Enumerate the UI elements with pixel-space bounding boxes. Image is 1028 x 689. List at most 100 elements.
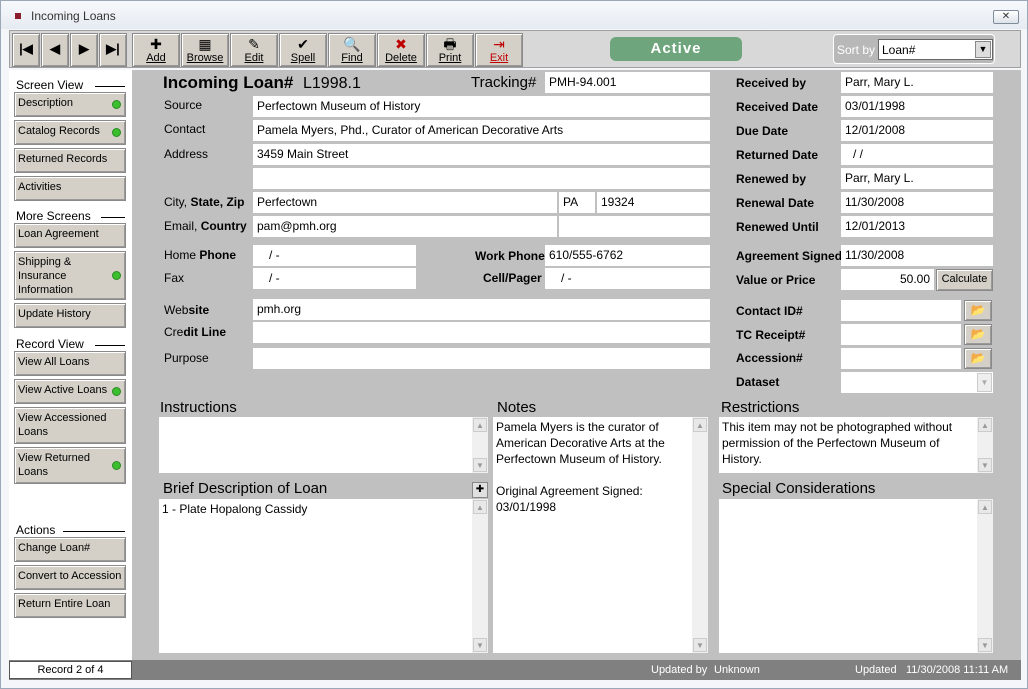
find-button[interactable]: 🔍 Find (328, 33, 376, 67)
returned-date-field[interactable]: / / (841, 144, 993, 165)
add-item-icon[interactable]: ✚ (472, 482, 488, 498)
close-button[interactable]: ✕ (993, 10, 1019, 24)
sidebar-item-loan-agreement[interactable]: Loan Agreement (14, 223, 126, 248)
tc-receipt-folder-icon[interactable]: 📂 (964, 324, 992, 345)
website-label: Website (164, 303, 210, 317)
browse-button[interactable]: ▦ Browse (181, 33, 229, 67)
add-icon: ✚ (150, 36, 162, 52)
add-button[interactable]: ✚ Add (132, 33, 180, 67)
scroll-up-icon[interactable]: ▲ (473, 500, 487, 514)
agreement-signed-field[interactable]: 11/30/2008 (841, 245, 993, 266)
value-price-field[interactable]: 50.00 (841, 269, 934, 290)
sidebar-item-shipping-insurance[interactable]: Shipping & Insurance Information (14, 251, 126, 300)
credit-line-field[interactable] (253, 322, 710, 343)
chevron-down-icon[interactable]: ▼ (975, 41, 991, 58)
sidebar-item-view-returned-loans[interactable]: View Returned Loans (14, 447, 126, 484)
scroll-up-icon[interactable]: ▲ (978, 418, 992, 432)
address-line2-field[interactable] (253, 168, 710, 189)
zip-field[interactable]: 19324 (597, 192, 710, 213)
scrollbar[interactable]: ▲ ▼ (472, 499, 488, 653)
scrollbar[interactable]: ▲ ▼ (692, 417, 708, 653)
change-loan-button[interactable]: Change Loan# (14, 537, 126, 562)
website-field[interactable]: pmh.org (253, 299, 710, 320)
state-field[interactable]: PA (559, 192, 595, 213)
loan-form: Incoming Loan# L1998.1 Tracking# PMH-94.… (132, 70, 1021, 660)
received-by-field[interactable]: Parr, Mary L. (841, 72, 993, 93)
prev-record-button[interactable]: ◀ (41, 33, 69, 67)
scroll-down-icon[interactable]: ▼ (473, 638, 487, 652)
tc-receipt-field[interactable] (841, 324, 961, 345)
brief-description-memo[interactable]: 1 - Plate Hopalong Cassidy ▲ ▼ (159, 499, 488, 653)
return-entire-loan-button[interactable]: Return Entire Loan (14, 593, 126, 618)
renewed-by-field[interactable]: Parr, Mary L. (841, 168, 993, 189)
scroll-down-icon[interactable]: ▼ (473, 458, 487, 472)
scrollbar[interactable]: ▲ ▼ (977, 499, 993, 653)
special-considerations-memo[interactable]: ▲ ▼ (719, 499, 993, 653)
scroll-down-icon[interactable]: ▼ (693, 638, 707, 652)
notes-memo[interactable]: Pamela Myers is the curator of American … (493, 417, 708, 653)
calculate-button[interactable]: Calculate (936, 269, 993, 291)
sidebar-item-catalog-records[interactable]: Catalog Records (14, 120, 126, 145)
sort-select[interactable]: Loan# ▼ (878, 39, 993, 60)
instructions-memo[interactable]: ▲ ▼ (159, 417, 488, 473)
edit-button[interactable]: ✎ Edit (230, 33, 278, 67)
scrollbar[interactable]: ▲ ▼ (977, 417, 993, 473)
accession-folder-icon[interactable]: 📂 (964, 348, 992, 369)
contact-id-field[interactable] (841, 300, 961, 321)
sidebar: Screen View Description Catalog Records … (9, 70, 132, 660)
first-record-button[interactable]: |◀ (12, 33, 40, 67)
scroll-up-icon[interactable]: ▲ (473, 418, 487, 432)
convert-to-accession-button[interactable]: Convert to Accession (14, 565, 126, 590)
due-date-field[interactable]: 12/01/2008 (841, 120, 993, 141)
delete-button[interactable]: ✖ Delete (377, 33, 425, 67)
dataset-select[interactable] (841, 372, 993, 393)
sidebar-item-view-all-loans[interactable]: View All Loans (14, 351, 126, 376)
contact-field[interactable]: Pamela Myers, Phd., Curator of American … (253, 120, 710, 141)
updated-value: 11/30/2008 11:11 AM (906, 664, 1009, 676)
scrollbar[interactable]: ▲ ▼ (472, 417, 488, 473)
renewal-date-field[interactable]: 11/30/2008 (841, 192, 993, 213)
accession-field[interactable] (841, 348, 961, 369)
next-record-button[interactable]: ▶ (70, 33, 98, 67)
renewed-until-field[interactable]: 12/01/2013 (841, 216, 993, 237)
sidebar-item-update-history[interactable]: Update History (14, 303, 126, 328)
print-button[interactable]: 🖶 Print (426, 33, 474, 67)
sidebar-item-view-accessioned-loans[interactable]: View Accessioned Loans (14, 407, 126, 444)
email-field[interactable]: pam@pmh.org (253, 216, 557, 237)
scroll-down-icon[interactable]: ▼ (978, 458, 992, 472)
sidebar-item-view-active-loans[interactable]: View Active Loans (14, 379, 126, 404)
dataset-label: Dataset (736, 375, 780, 389)
fax-field[interactable]: / - (253, 268, 416, 289)
sidebar-item-returned-records[interactable]: Returned Records (14, 148, 126, 173)
scroll-up-icon[interactable]: ▲ (693, 418, 707, 432)
country-field[interactable] (559, 216, 710, 237)
address-label: Address (164, 147, 209, 161)
active-dot-icon (112, 461, 121, 470)
contact-id-label: Contact ID# (736, 304, 803, 318)
contact-id-folder-icon[interactable]: 📂 (964, 300, 992, 321)
last-record-button[interactable]: ▶| (99, 33, 127, 67)
exit-button[interactable]: ⇥ Exit (475, 33, 523, 67)
fax-label: Fax (164, 271, 185, 285)
received-date-field[interactable]: 03/01/1998 (841, 96, 993, 117)
tracking-field[interactable]: PMH-94.001 (545, 72, 710, 93)
credit-line-label: Credit Line (164, 325, 227, 339)
sidebar-item-description[interactable]: Description (14, 92, 126, 117)
home-phone-field[interactable]: / - (253, 245, 416, 266)
work-phone-label: Work Phone (475, 249, 545, 263)
cell-pager-field[interactable]: / - (545, 268, 710, 289)
scroll-down-icon[interactable]: ▼ (978, 638, 992, 652)
chevron-down-icon[interactable]: ▼ (977, 373, 992, 392)
loan-number: L1998.1 (303, 75, 361, 92)
delete-icon: ✖ (395, 36, 407, 52)
renewed-until-label: Renewed Until (736, 220, 819, 234)
city-field[interactable]: Perfectown (253, 192, 557, 213)
source-field[interactable]: Perfectown Museum of History (253, 96, 710, 117)
spell-button[interactable]: ✔ Spell (279, 33, 327, 67)
sidebar-item-activities[interactable]: Activities (14, 176, 126, 201)
work-phone-field[interactable]: 610/555-6762 (545, 245, 710, 266)
address-line1-field[interactable]: 3459 Main Street (253, 144, 710, 165)
purpose-field[interactable] (253, 348, 710, 369)
restrictions-memo[interactable]: This item may not be photographed withou… (719, 417, 993, 473)
scroll-up-icon[interactable]: ▲ (978, 500, 992, 514)
